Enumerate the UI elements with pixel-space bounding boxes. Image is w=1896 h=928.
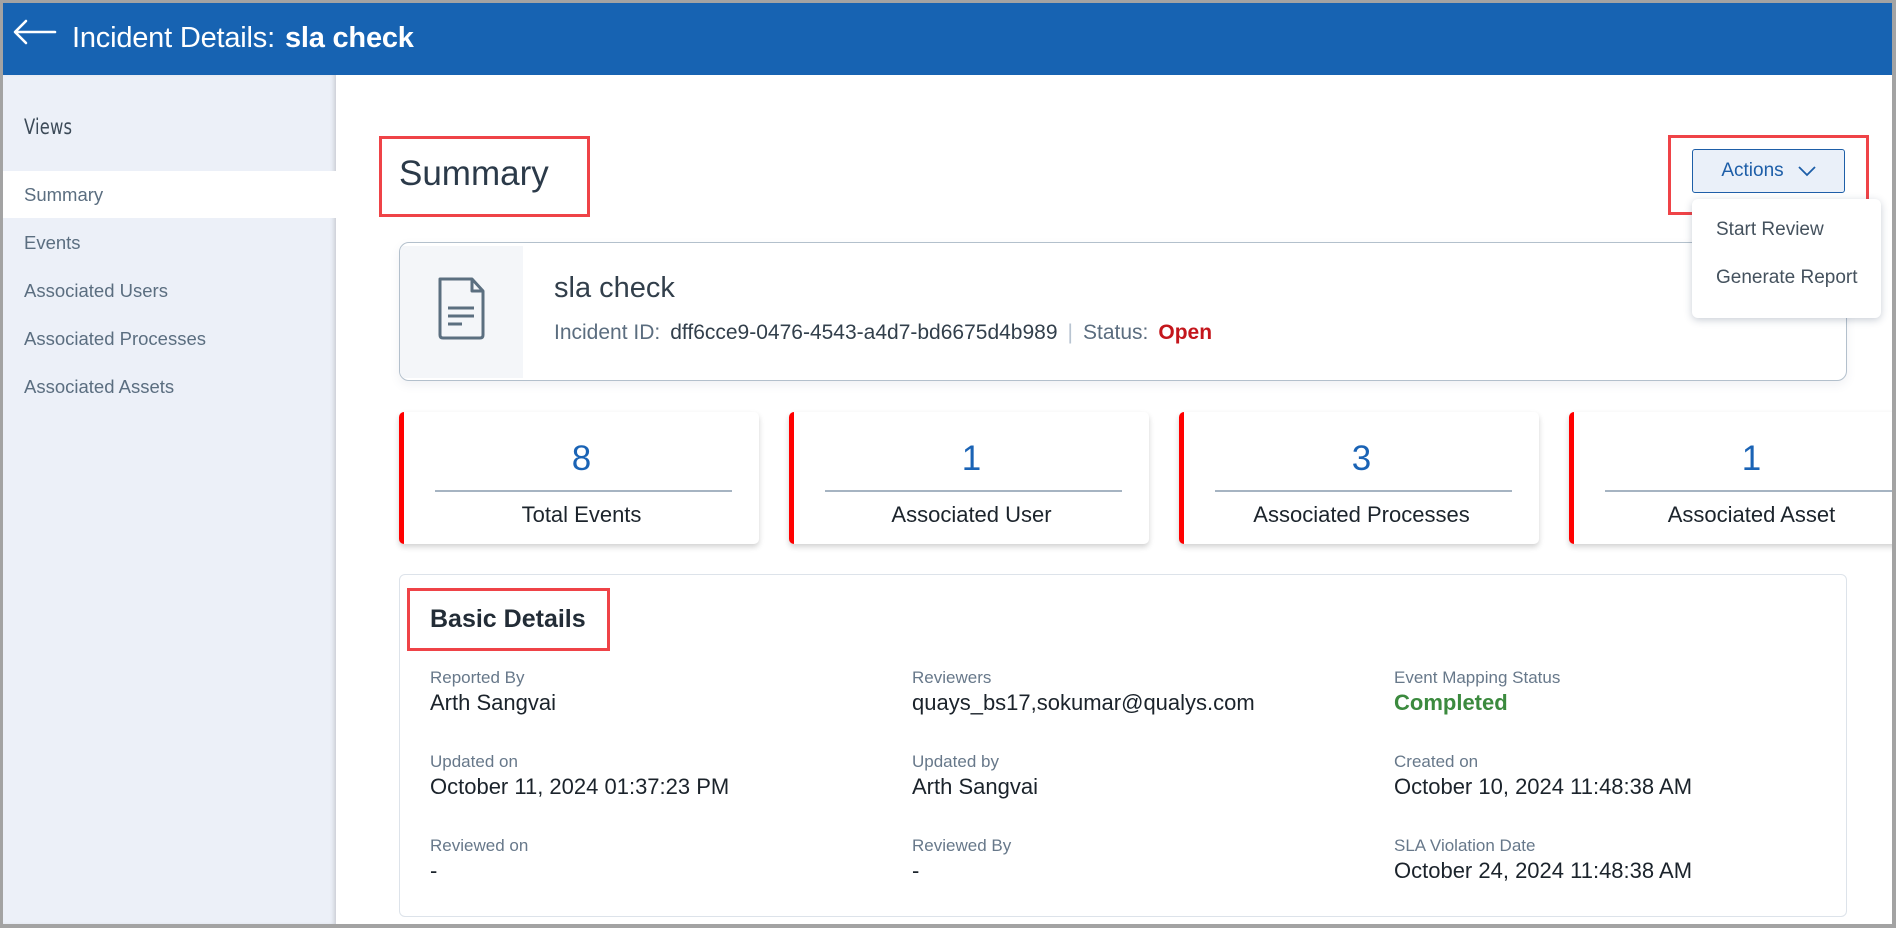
incident-meta: Incident ID: dff6cce9-0476-4543-a4d7-bd66… <box>554 321 1212 345</box>
metric-value: 1 <box>1741 439 1762 478</box>
page-title: Summary <box>399 154 549 193</box>
back-button[interactable] <box>11 17 59 53</box>
status-badge: Open <box>1158 321 1213 344</box>
incident-icon-panel <box>400 246 523 378</box>
status-label: Status: <box>1082 321 1149 344</box>
sidebar: Views Summary Events Associated Users As… <box>3 75 343 924</box>
basic-details-panel: Basic Details Reported By Arth Sangvai R… <box>399 574 1847 917</box>
document-icon <box>438 277 485 340</box>
actions-dropdown-menu: Start Review Generate Report <box>1692 199 1881 318</box>
sidebar-item-associated-users[interactable]: Associated Users <box>3 267 336 314</box>
field-label-sla-violation-date: SLA Violation Date <box>1394 836 1536 855</box>
sidebar-item-associated-processes[interactable]: Associated Processes <box>3 315 336 362</box>
field-value-reviewers: quays_bs17,sokumar@qualys.com <box>912 690 1255 715</box>
actions-button[interactable]: Actions <box>1692 149 1845 193</box>
menu-item-start-review[interactable]: Start Review <box>1716 219 1824 241</box>
metric-divider <box>1605 490 1892 492</box>
main-content: Summary Actions sla check Incident ID: df… <box>336 75 1892 924</box>
incident-id-label: Incident ID: <box>554 321 661 344</box>
metric-card-associated-user[interactable]: 1 Associated User <box>789 412 1149 544</box>
app-window: Incident Details: sla check Views Summary… <box>3 3 1892 924</box>
metric-label: Associated Asset <box>1667 502 1836 527</box>
metric-card-associated-asset[interactable]: 1 Associated Asset <box>1569 412 1892 544</box>
metric-label: Associated Processes <box>1253 502 1470 527</box>
field-label-reported-by: Reported By <box>430 668 525 687</box>
incident-name: sla check <box>554 272 675 304</box>
field-label-reviewed-by: Reviewed By <box>912 836 1012 855</box>
sidebar-item-events[interactable]: Events <box>3 219 336 266</box>
arrow-left-icon <box>13 19 57 45</box>
header-incident-name: sla check <box>284 22 414 54</box>
field-label-updated-on: Updated on <box>430 752 518 771</box>
field-value-reviewed-by: - <box>912 858 920 883</box>
metric-divider <box>825 490 1122 492</box>
meta-separator: | <box>1067 321 1073 344</box>
metric-divider <box>1215 490 1512 492</box>
header-title-prefix: Incident Details: <box>72 22 275 54</box>
actions-button-label: Actions <box>1721 160 1784 181</box>
metric-card-total-events[interactable]: 8 Total Events <box>399 412 759 544</box>
incident-id-value: dff6cce9-0476-4543-a4d7-bd6675d4b989 <box>670 321 1058 344</box>
basic-details-title: Basic Details <box>430 605 586 633</box>
field-value-updated-on: October 11, 2024 01:37:23 PM <box>430 774 730 799</box>
incident-summary-card: sla check Incident ID: dff6cce9-0476-4543… <box>399 242 1847 381</box>
metric-value: 3 <box>1351 439 1372 478</box>
metric-label: Total Events <box>521 502 642 527</box>
field-label-created-on: Created on <box>1394 752 1479 771</box>
field-value-updated-by: Arth Sangvai <box>912 774 1038 799</box>
app-header: Incident Details: sla check <box>3 3 1892 75</box>
field-value-sla-violation-date: October 24, 2024 11:48:38 AM <box>1394 858 1693 883</box>
field-value-created-on: October 10, 2024 11:48:38 AM <box>1394 774 1693 799</box>
page-header-title: Incident Details: sla check <box>72 22 414 55</box>
field-label-event-mapping-status: Event Mapping Status <box>1394 668 1561 687</box>
sidebar-title: Views <box>24 115 73 139</box>
field-value-event-mapping-status: Completed <box>1394 690 1508 715</box>
metric-label: Associated User <box>891 502 1052 527</box>
field-value-reported-by: Arth Sangvai <box>430 690 556 715</box>
field-value-reviewed-on: - <box>430 858 438 883</box>
metric-divider <box>435 490 732 492</box>
metric-value: 1 <box>961 439 982 478</box>
field-label-reviewers: Reviewers <box>912 668 992 687</box>
field-label-reviewed-on: Reviewed on <box>430 836 529 855</box>
menu-item-generate-report[interactable]: Generate Report <box>1716 267 1858 289</box>
sidebar-item-summary[interactable]: Summary <box>3 171 343 218</box>
metric-card-associated-processes[interactable]: 3 Associated Processes <box>1179 412 1539 544</box>
metric-value: 8 <box>571 439 592 478</box>
sidebar-item-associated-assets[interactable]: Associated Assets <box>3 363 336 410</box>
field-label-updated-by: Updated by <box>912 752 999 771</box>
chevron-down-icon <box>1798 166 1816 177</box>
